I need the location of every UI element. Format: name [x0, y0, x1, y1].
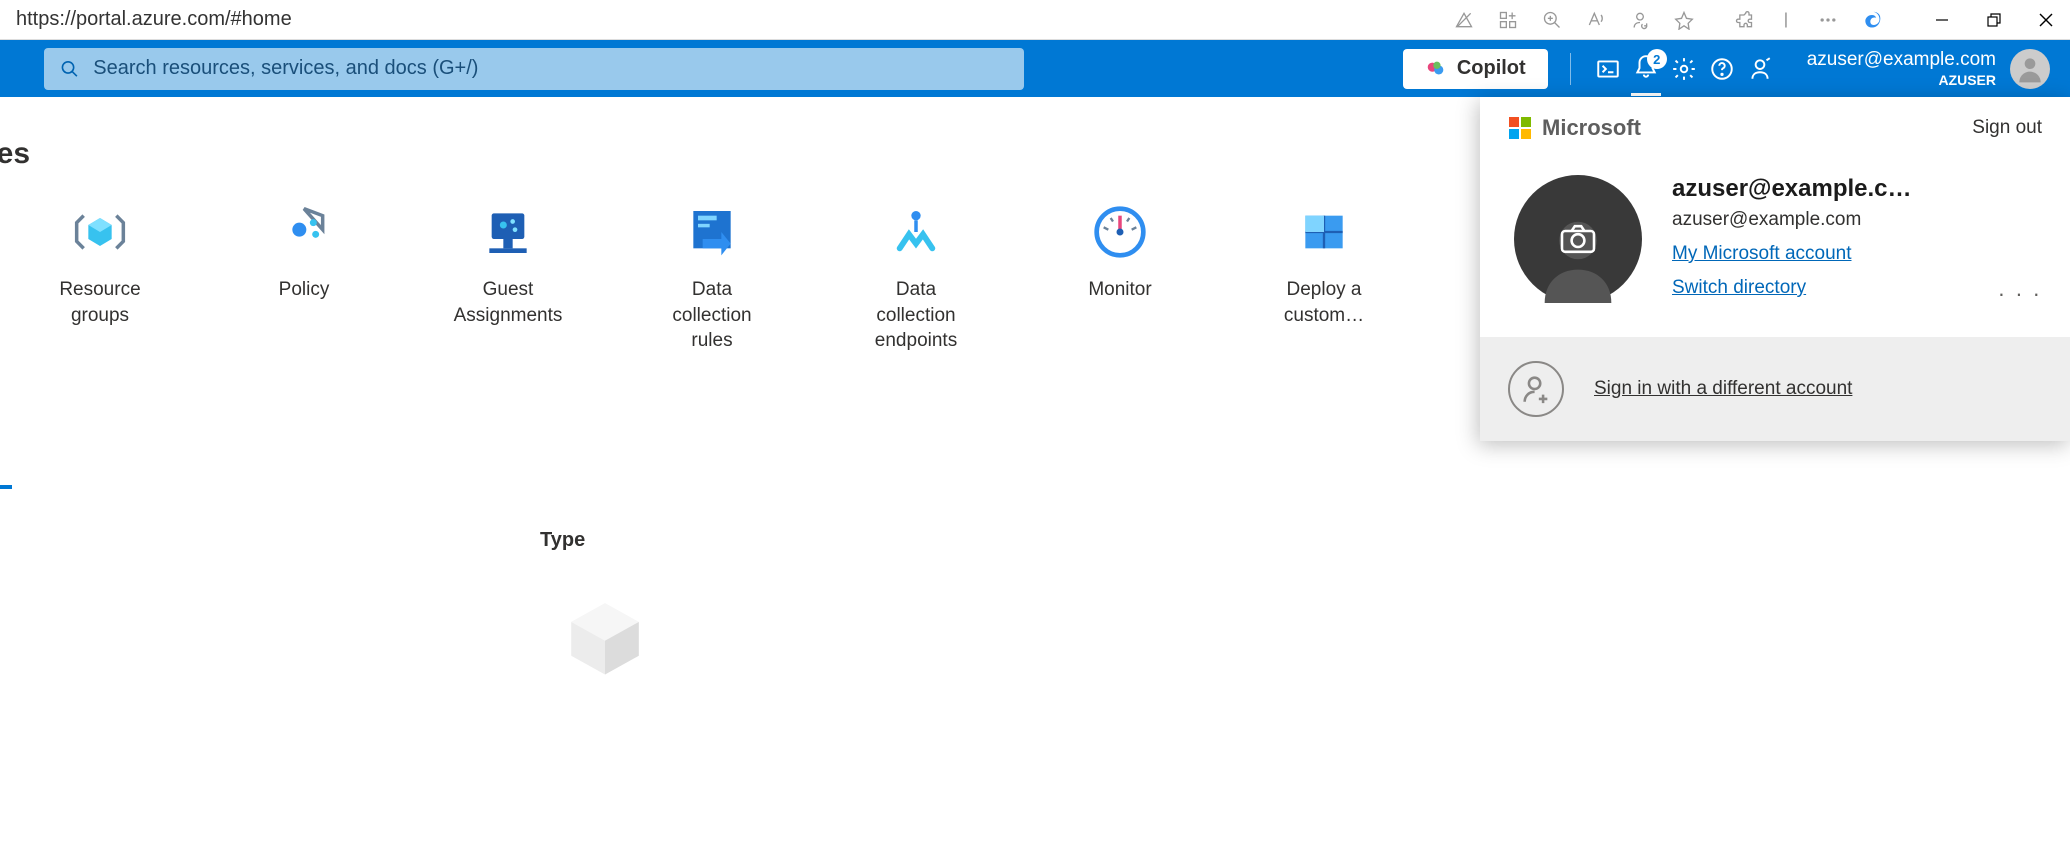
flyout-email: azuser@example.com — [1672, 209, 2042, 231]
empty-cube-icon — [560, 592, 2070, 687]
flyout-more-icon[interactable]: · · · — [1998, 281, 2042, 307]
notification-badge: 2 — [1647, 49, 1667, 69]
service-label: Data collection rules — [652, 277, 772, 354]
service-data-collection-rules[interactable]: Data collection rules — [652, 201, 772, 354]
resources-tabs: orite — [0, 454, 2070, 485]
service-label: Data collection endpoints — [856, 277, 976, 354]
service-label: Monitor — [1088, 277, 1151, 303]
service-label: Resource groups — [40, 277, 160, 328]
sign-out-link[interactable]: Sign out — [1972, 117, 2042, 139]
azure-top-bar: Copilot 2 azuser@example.com AZUSER — [0, 40, 2070, 97]
window-controls — [1934, 12, 2054, 28]
user-avatar-icon — [2010, 49, 2050, 89]
feedback-icon[interactable] — [1745, 41, 1775, 96]
help-icon[interactable] — [1707, 41, 1737, 96]
service-policy[interactable]: Policy — [244, 201, 364, 354]
column-header-type: Type — [540, 529, 2070, 552]
camera-icon — [1558, 223, 1598, 255]
flyout-email-bold: azuser@example.c… — [1672, 175, 2002, 203]
minimize-icon[interactable] — [1934, 12, 1950, 28]
topbar-divider — [1570, 53, 1571, 85]
brand-label: Microsoft — [1542, 115, 1641, 141]
user-email-label: azuser@example.com — [1807, 48, 1996, 72]
resource-groups-icon — [69, 201, 131, 263]
apps-plus-icon[interactable] — [1498, 10, 1518, 30]
service-deploy-custom[interactable]: Deploy a custom… — [1264, 201, 1384, 354]
service-resource-groups[interactable]: Resource groups — [40, 201, 160, 354]
edge-copilot-icon[interactable] — [1862, 10, 1882, 30]
global-search[interactable] — [44, 48, 1024, 90]
cloud-shell-icon[interactable] — [1593, 41, 1623, 96]
data-collection-rules-icon — [681, 201, 743, 263]
user-text: azuser@example.com AZUSER — [1807, 48, 1996, 89]
copilot-button[interactable]: Copilot — [1403, 49, 1548, 89]
service-label: Policy — [279, 277, 330, 303]
favorite-star-icon[interactable] — [1674, 10, 1694, 30]
profile-sync-icon[interactable] — [1630, 10, 1650, 30]
service-monitor[interactable]: Monitor — [1060, 201, 1180, 354]
account-flyout: Microsoft Sign out azuser@example.c… azu… — [1480, 97, 2070, 441]
browser-toolbar-icons: | — [1454, 10, 1882, 30]
service-guest-assignments[interactable]: Guest Assignments — [448, 201, 568, 354]
alt-signin-link[interactable]: Sign in with a different account — [1594, 378, 1852, 400]
flyout-info: azuser@example.c… azuser@example.com My … — [1672, 175, 2042, 299]
address-bar[interactable]: https://portal.azure.com/#home — [16, 8, 1438, 31]
read-aloud-icon[interactable] — [1586, 10, 1606, 30]
flyout-header: Microsoft Sign out — [1480, 97, 2070, 155]
monitor-icon — [1089, 201, 1151, 263]
account-menu-button[interactable]: azuser@example.com AZUSER — [1807, 48, 2050, 89]
notifications-icon[interactable]: 2 — [1631, 41, 1661, 96]
flyout-body: azuser@example.c… azuser@example.com My … — [1480, 155, 2070, 337]
deploy-custom-icon — [1293, 201, 1355, 263]
microsoft-brand: Microsoft — [1508, 115, 1641, 141]
my-microsoft-account-link[interactable]: My Microsoft account — [1672, 243, 2042, 265]
browser-chrome: https://portal.azure.com/#home | — [0, 0, 2070, 40]
guest-assignments-icon — [477, 201, 539, 263]
more-dots-icon[interactable] — [1818, 10, 1838, 30]
search-input[interactable] — [93, 57, 1008, 80]
add-account-icon — [1508, 361, 1564, 417]
service-data-collection-endpoints[interactable]: Data collection endpoints — [856, 201, 976, 354]
copilot-logo-icon — [1425, 58, 1447, 80]
flyout-alt-signin-row[interactable]: Sign in with a different account — [1480, 337, 2070, 441]
zoom-in-icon[interactable] — [1542, 10, 1562, 30]
extension-puzzle-icon[interactable] — [1734, 10, 1754, 30]
triangle-strike-icon[interactable] — [1454, 10, 1474, 30]
copilot-label: Copilot — [1457, 57, 1526, 80]
toolbar-separator: | — [1784, 11, 1788, 29]
switch-directory-link[interactable]: Switch directory — [1672, 277, 2042, 299]
policy-icon — [273, 201, 335, 263]
microsoft-logo-icon — [1508, 116, 1532, 140]
restore-icon[interactable] — [1986, 12, 2002, 28]
settings-gear-icon[interactable] — [1669, 41, 1699, 96]
service-label: Deploy a custom… — [1264, 277, 1384, 328]
close-icon[interactable] — [2038, 12, 2054, 28]
data-collection-endpoints-icon — [885, 201, 947, 263]
service-label: Guest Assignments — [448, 277, 568, 328]
search-icon — [60, 59, 79, 79]
user-tenant-label: AZUSER — [1807, 72, 1996, 90]
flyout-avatar[interactable] — [1514, 175, 1642, 303]
